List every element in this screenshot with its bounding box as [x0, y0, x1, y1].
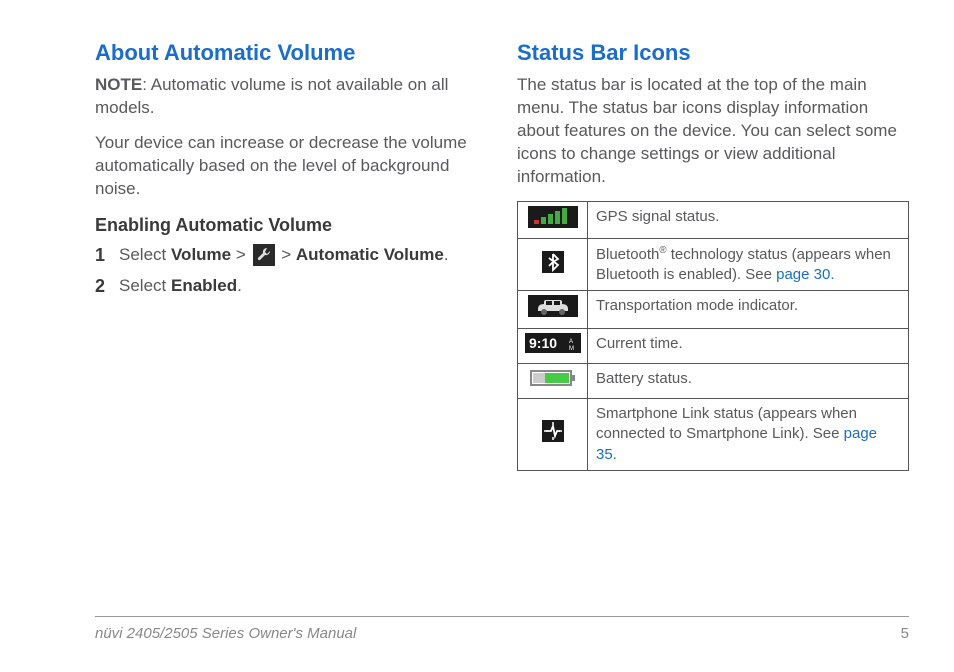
- bluetooth-icon: [518, 238, 588, 291]
- note-label: NOTE: [95, 75, 142, 94]
- registered-mark: ®: [659, 245, 666, 256]
- transport-mode-desc: Transportation mode indicator.: [588, 291, 909, 328]
- battery-icon: [518, 363, 588, 398]
- note-paragraph: NOTE: Automatic volume is not available …: [95, 74, 487, 120]
- table-row: Bluetooth® technology status (appears wh…: [518, 238, 909, 291]
- note-text: : Automatic volume is not available on a…: [95, 75, 448, 117]
- heading-status-icons: Status Bar Icons: [517, 40, 909, 66]
- auto-volume-description: Your device can increase or decrease the…: [95, 132, 487, 201]
- smartphone-link-icon: [518, 399, 588, 471]
- gps-signal-icon: [518, 201, 588, 238]
- bluetooth-desc: Bluetooth® technology status (appears wh…: [588, 238, 909, 291]
- svg-text:9:10: 9:10: [529, 335, 557, 351]
- heading-auto-volume: About Automatic Volume: [95, 40, 487, 66]
- table-row: GPS signal status.: [518, 201, 909, 238]
- steps-list: Select Volume > > Automatic Volume. Sele…: [95, 242, 487, 299]
- clock-icon: 9:10 AM: [518, 328, 588, 363]
- svg-text:M: M: [569, 346, 574, 352]
- page-number: 5: [901, 625, 909, 642]
- status-icon-table: GPS signal status. Bluetooth® technology…: [517, 201, 909, 471]
- left-column: About Automatic Volume NOTE: Automatic v…: [95, 40, 487, 471]
- wrench-icon: [253, 244, 275, 266]
- svg-text:A: A: [569, 339, 573, 345]
- current-time-desc: Current time.: [588, 328, 909, 363]
- page-30-link[interactable]: page 30.: [776, 266, 834, 283]
- manual-title: nüvi 2405/2505 Series Owner's Manual: [95, 625, 356, 642]
- status-description: The status bar is located at the top of …: [517, 74, 909, 189]
- table-row: Battery status.: [518, 363, 909, 398]
- subheading-enabling: Enabling Automatic Volume: [95, 215, 487, 236]
- right-column: Status Bar Icons The status bar is locat…: [517, 40, 909, 471]
- page-footer: nüvi 2405/2505 Series Owner's Manual 5: [95, 616, 909, 642]
- step-1: Select Volume > > Automatic Volume.: [95, 242, 487, 268]
- table-row: 9:10 AM Current time.: [518, 328, 909, 363]
- smartphone-link-desc: Smartphone Link status (appears when con…: [588, 399, 909, 471]
- car-icon: [518, 291, 588, 328]
- step-2: Select Enabled.: [95, 273, 487, 299]
- enabled-label: Enabled: [171, 276, 237, 295]
- table-row: Smartphone Link status (appears when con…: [518, 399, 909, 471]
- gps-signal-desc: GPS signal status.: [588, 201, 909, 238]
- table-row: Transportation mode indicator.: [518, 291, 909, 328]
- volume-label: Volume: [171, 245, 231, 264]
- battery-desc: Battery status.: [588, 363, 909, 398]
- automatic-volume-label: Automatic Volume: [296, 245, 444, 264]
